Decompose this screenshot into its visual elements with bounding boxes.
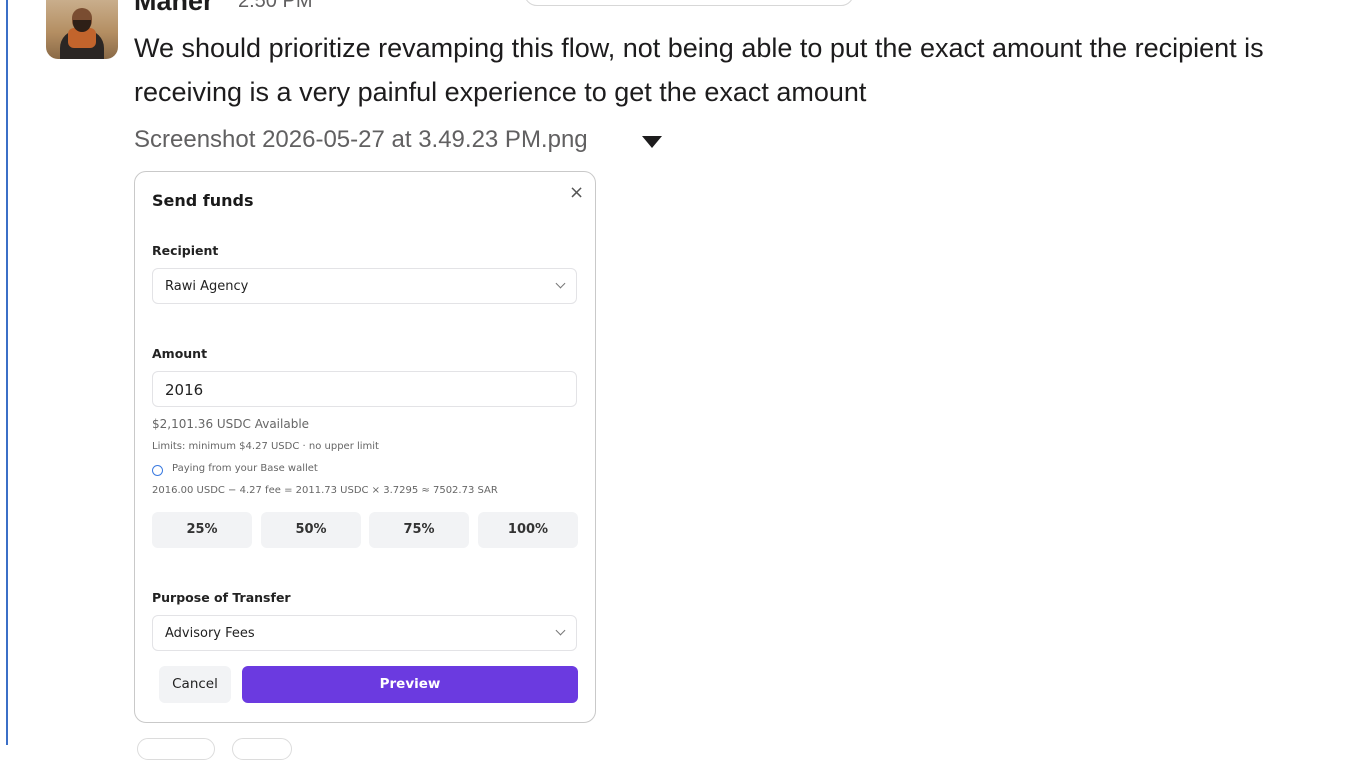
chevron-down-icon: [555, 278, 566, 289]
message-author[interactable]: Maher: [134, 0, 214, 17]
amount-label: Amount: [152, 346, 208, 361]
reaction-toolbar: [524, 0, 854, 6]
percent-25-button: 25%: [152, 512, 252, 548]
calculation-text: 2016.00 USDC − 4.27 fee = 2011.73 USDC ×…: [152, 485, 498, 496]
wallet-icon: [152, 465, 163, 476]
amount-value: 2016: [165, 381, 204, 399]
amount-input: 2016: [152, 371, 577, 407]
purpose-select: Advisory Fees: [152, 615, 577, 651]
attachment-filename[interactable]: Screenshot 2026-05-27 at 3.49.23 PM.png: [134, 126, 588, 154]
message-text: We should prioritize revamping this flow…: [134, 33, 1264, 107]
purpose-value: Advisory Fees: [165, 626, 255, 641]
message-time[interactable]: 2:50 PM: [238, 0, 312, 13]
reaction-pill[interactable]: [137, 738, 215, 760]
percent-50-button: 50%: [261, 512, 361, 548]
recipient-label: Recipient: [152, 243, 219, 258]
chevron-down-icon: [555, 625, 566, 636]
limits-text: Limits: minimum $4.27 USDC · no upper li…: [152, 441, 379, 452]
paying-from-text: Paying from your Base wallet: [172, 463, 318, 474]
chevron-down-icon[interactable]: [642, 136, 662, 148]
available-balance: $2,101.36 USDC Available: [152, 417, 310, 431]
percent-100-button: 100%: [478, 512, 578, 548]
percent-75-button: 75%: [369, 512, 469, 548]
add-reaction-pill[interactable]: [232, 738, 292, 760]
dialog-title: Send funds: [152, 191, 254, 210]
preview-button: Preview: [242, 666, 578, 703]
recipient-value: Rawi Agency: [165, 279, 249, 294]
attachment-image[interactable]: Send funds × Recipient Rawi Agency Amoun…: [134, 171, 596, 723]
purpose-label: Purpose of Transfer: [152, 590, 291, 605]
avatar[interactable]: [46, 0, 118, 59]
recipient-select: Rawi Agency: [152, 268, 577, 304]
close-icon: ×: [569, 182, 585, 203]
left-rail: [0, 0, 8, 745]
cancel-button: Cancel: [159, 666, 231, 703]
percent-buttons: 25% 50% 75% 100%: [152, 512, 578, 548]
